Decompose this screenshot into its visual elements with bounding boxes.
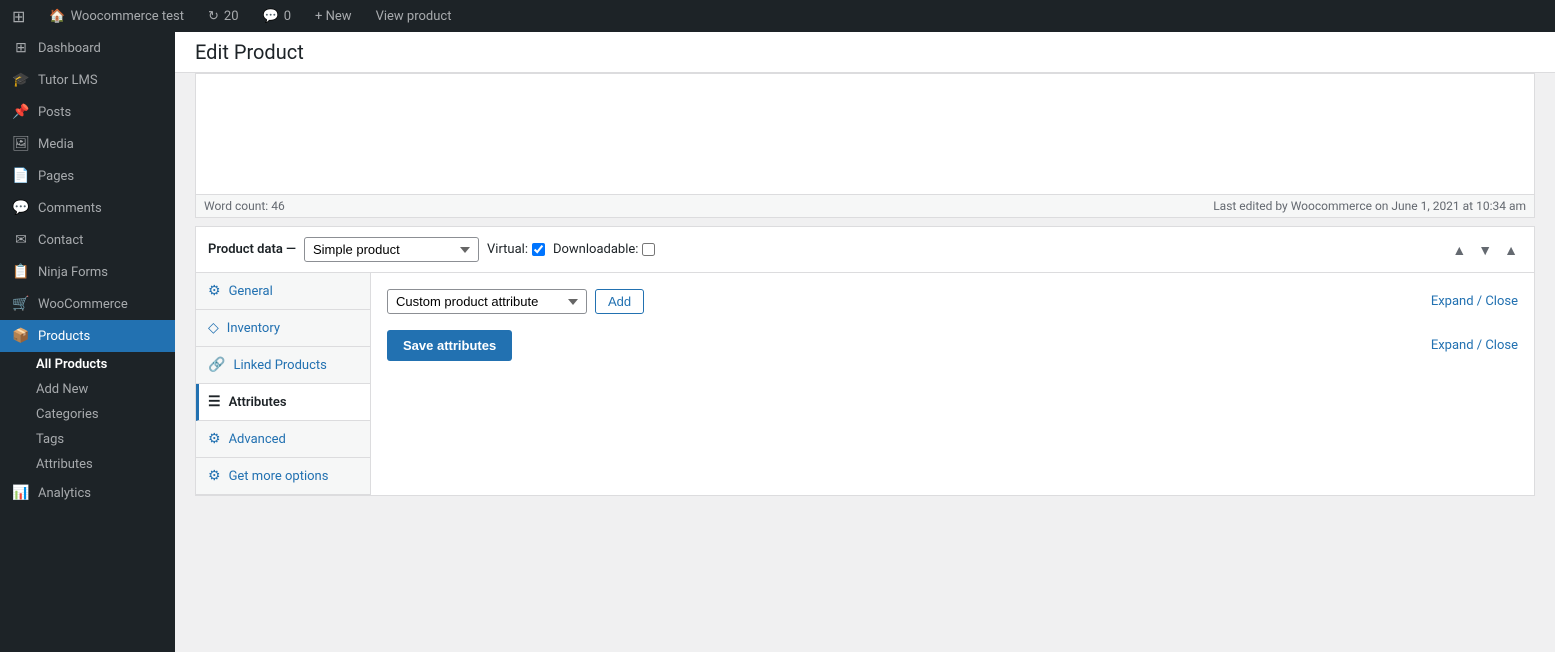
tab-inventory[interactable]: ◇ Inventory (196, 310, 370, 347)
sidebar-label-analytics: Analytics (38, 486, 91, 501)
attributes-tab-icon: ☰ (208, 394, 221, 410)
downloadable-checkbox[interactable] (642, 243, 655, 256)
advanced-tab-icon: ⚙ (208, 431, 221, 447)
add-attribute-button[interactable]: Add (595, 289, 644, 314)
get-more-tab-icon: ⚙ (208, 468, 221, 484)
sidebar-item-pages[interactable]: 📄 Pages (0, 160, 175, 192)
contact-icon: ✉ (12, 232, 30, 248)
site-name[interactable]: 🏠 Woocommerce test (45, 0, 188, 32)
main-content: Edit Product Word count: 46 Last edited … (175, 32, 1555, 652)
sidebar-item-analytics[interactable]: 📊 Analytics (0, 477, 175, 509)
editor-area: Word count: 46 Last edited by Woocommerc… (195, 73, 1535, 218)
sidebar-item-media[interactable]: 🖼 Media (0, 128, 175, 160)
sidebar-label-contact: Contact (38, 233, 83, 248)
sidebar-sub-add-new[interactable]: Add New (0, 377, 175, 402)
home-icon: 🏠 (49, 9, 65, 24)
expand-button[interactable]: ▲ (1500, 240, 1522, 260)
save-attributes-row: Save attributes Expand / Close (387, 330, 1518, 361)
sidebar-sub-tags[interactable]: Tags (0, 427, 175, 452)
sidebar-sub-all-products[interactable]: All Products (0, 352, 175, 377)
product-data-body: ⚙ General ◇ Inventory 🔗 Linked Products (196, 273, 1534, 495)
tab-advanced[interactable]: ⚙ Advanced (196, 421, 370, 458)
sidebar-label-ninja-forms: Ninja Forms (38, 265, 108, 280)
product-data-header: Product data — Simple product Variable p… (196, 227, 1534, 273)
attributes-add-row: Custom product attribute Add Expand / Cl… (387, 289, 1518, 314)
ninja-forms-icon: 📋 (12, 264, 30, 280)
updates-icon: ↻ (208, 9, 219, 24)
pages-icon: 📄 (12, 168, 30, 184)
sidebar-item-tutor-lms[interactable]: 🎓 Tutor LMS (0, 64, 175, 96)
sidebar-label-woocommerce: WooCommerce (38, 297, 128, 312)
downloadable-label: Downloadable: (553, 242, 655, 257)
tab-get-more-options[interactable]: ⚙ Get more options (196, 458, 370, 495)
sidebar-sub-attributes[interactable]: Attributes (0, 452, 175, 477)
sidebar-item-comments[interactable]: 💬 Comments (0, 192, 175, 224)
posts-icon: 📌 (12, 104, 30, 120)
dashboard-icon: ⊞ (12, 40, 30, 56)
media-icon: 🖼 (12, 136, 30, 152)
attribute-type-select[interactable]: Custom product attribute (387, 289, 587, 314)
save-attributes-button[interactable]: Save attributes (387, 330, 512, 361)
general-tab-icon: ⚙ (208, 283, 221, 299)
collapse-up-button[interactable]: ▲ (1448, 240, 1470, 260)
attributes-panel: Custom product attribute Add Expand / Cl… (371, 273, 1534, 495)
tutor-lms-icon: 🎓 (12, 72, 30, 88)
word-count: Word count: 46 (204, 199, 285, 213)
wp-logo[interactable]: ⊞ (8, 0, 29, 32)
sidebar-label-dashboard: Dashboard (38, 41, 101, 56)
products-icon: 📦 (12, 328, 30, 344)
product-data-label: Product data — (208, 242, 296, 257)
expand-close-bottom[interactable]: Expand / Close (1431, 338, 1518, 353)
last-edited: Last edited by Woocommerce on June 1, 20… (1213, 199, 1526, 213)
sidebar-item-ninja-forms[interactable]: 📋 Ninja Forms (0, 256, 175, 288)
collapse-down-button[interactable]: ▼ (1474, 240, 1496, 260)
editor-body[interactable] (196, 74, 1534, 194)
product-tabs: ⚙ General ◇ Inventory 🔗 Linked Products (196, 273, 371, 495)
comments-nav-icon: 💬 (12, 200, 30, 216)
comments-icon: 💬 (263, 9, 279, 24)
page-title: Edit Product (175, 32, 1555, 73)
admin-bar: ⊞ 🏠 Woocommerce test ↻ 20 💬 0 + New View… (0, 0, 1555, 32)
analytics-icon: 📊 (12, 485, 30, 501)
sidebar-sub-categories[interactable]: Categories (0, 402, 175, 427)
virtual-checkbox[interactable] (532, 243, 545, 256)
inventory-tab-icon: ◇ (208, 320, 219, 336)
tab-general[interactable]: ⚙ General (196, 273, 370, 310)
expand-close-top[interactable]: Expand / Close (1431, 294, 1518, 309)
product-type-select[interactable]: Simple product Variable product Grouped … (304, 237, 479, 262)
product-data-box: Product data — Simple product Variable p… (195, 226, 1535, 496)
editor-footer: Word count: 46 Last edited by Woocommerc… (196, 194, 1534, 217)
sidebar-label-pages: Pages (38, 169, 74, 184)
sidebar-label-products: Products (38, 329, 90, 344)
new-item[interactable]: + New (311, 0, 356, 32)
tab-linked-products[interactable]: 🔗 Linked Products (196, 347, 370, 384)
sidebar-label-media: Media (38, 137, 74, 152)
sidebar-item-posts[interactable]: 📌 Posts (0, 96, 175, 128)
sidebar-item-dashboard[interactable]: ⊞ Dashboard (0, 32, 175, 64)
sidebar: ⊞ Dashboard 🎓 Tutor LMS 📌 Posts 🖼 Media … (0, 32, 175, 652)
virtual-label: Virtual: (487, 242, 545, 257)
linked-products-tab-icon: 🔗 (208, 357, 225, 373)
sidebar-label-comments: Comments (38, 201, 102, 216)
sidebar-item-products[interactable]: 📦 Products (0, 320, 175, 352)
comments[interactable]: 💬 0 (259, 0, 296, 32)
updates[interactable]: ↻ 20 (204, 0, 243, 32)
wp-icon: ⊞ (12, 7, 25, 26)
tab-attributes[interactable]: ☰ Attributes (196, 384, 370, 421)
woocommerce-icon: 🛒 (12, 296, 30, 312)
view-product[interactable]: View product (372, 0, 456, 32)
sidebar-label-tutor-lms: Tutor LMS (38, 73, 98, 88)
header-arrows: ▲ ▼ ▲ (1448, 240, 1522, 260)
sidebar-label-posts: Posts (38, 105, 71, 120)
sidebar-item-contact[interactable]: ✉ Contact (0, 224, 175, 256)
sidebar-item-woocommerce[interactable]: 🛒 WooCommerce (0, 288, 175, 320)
